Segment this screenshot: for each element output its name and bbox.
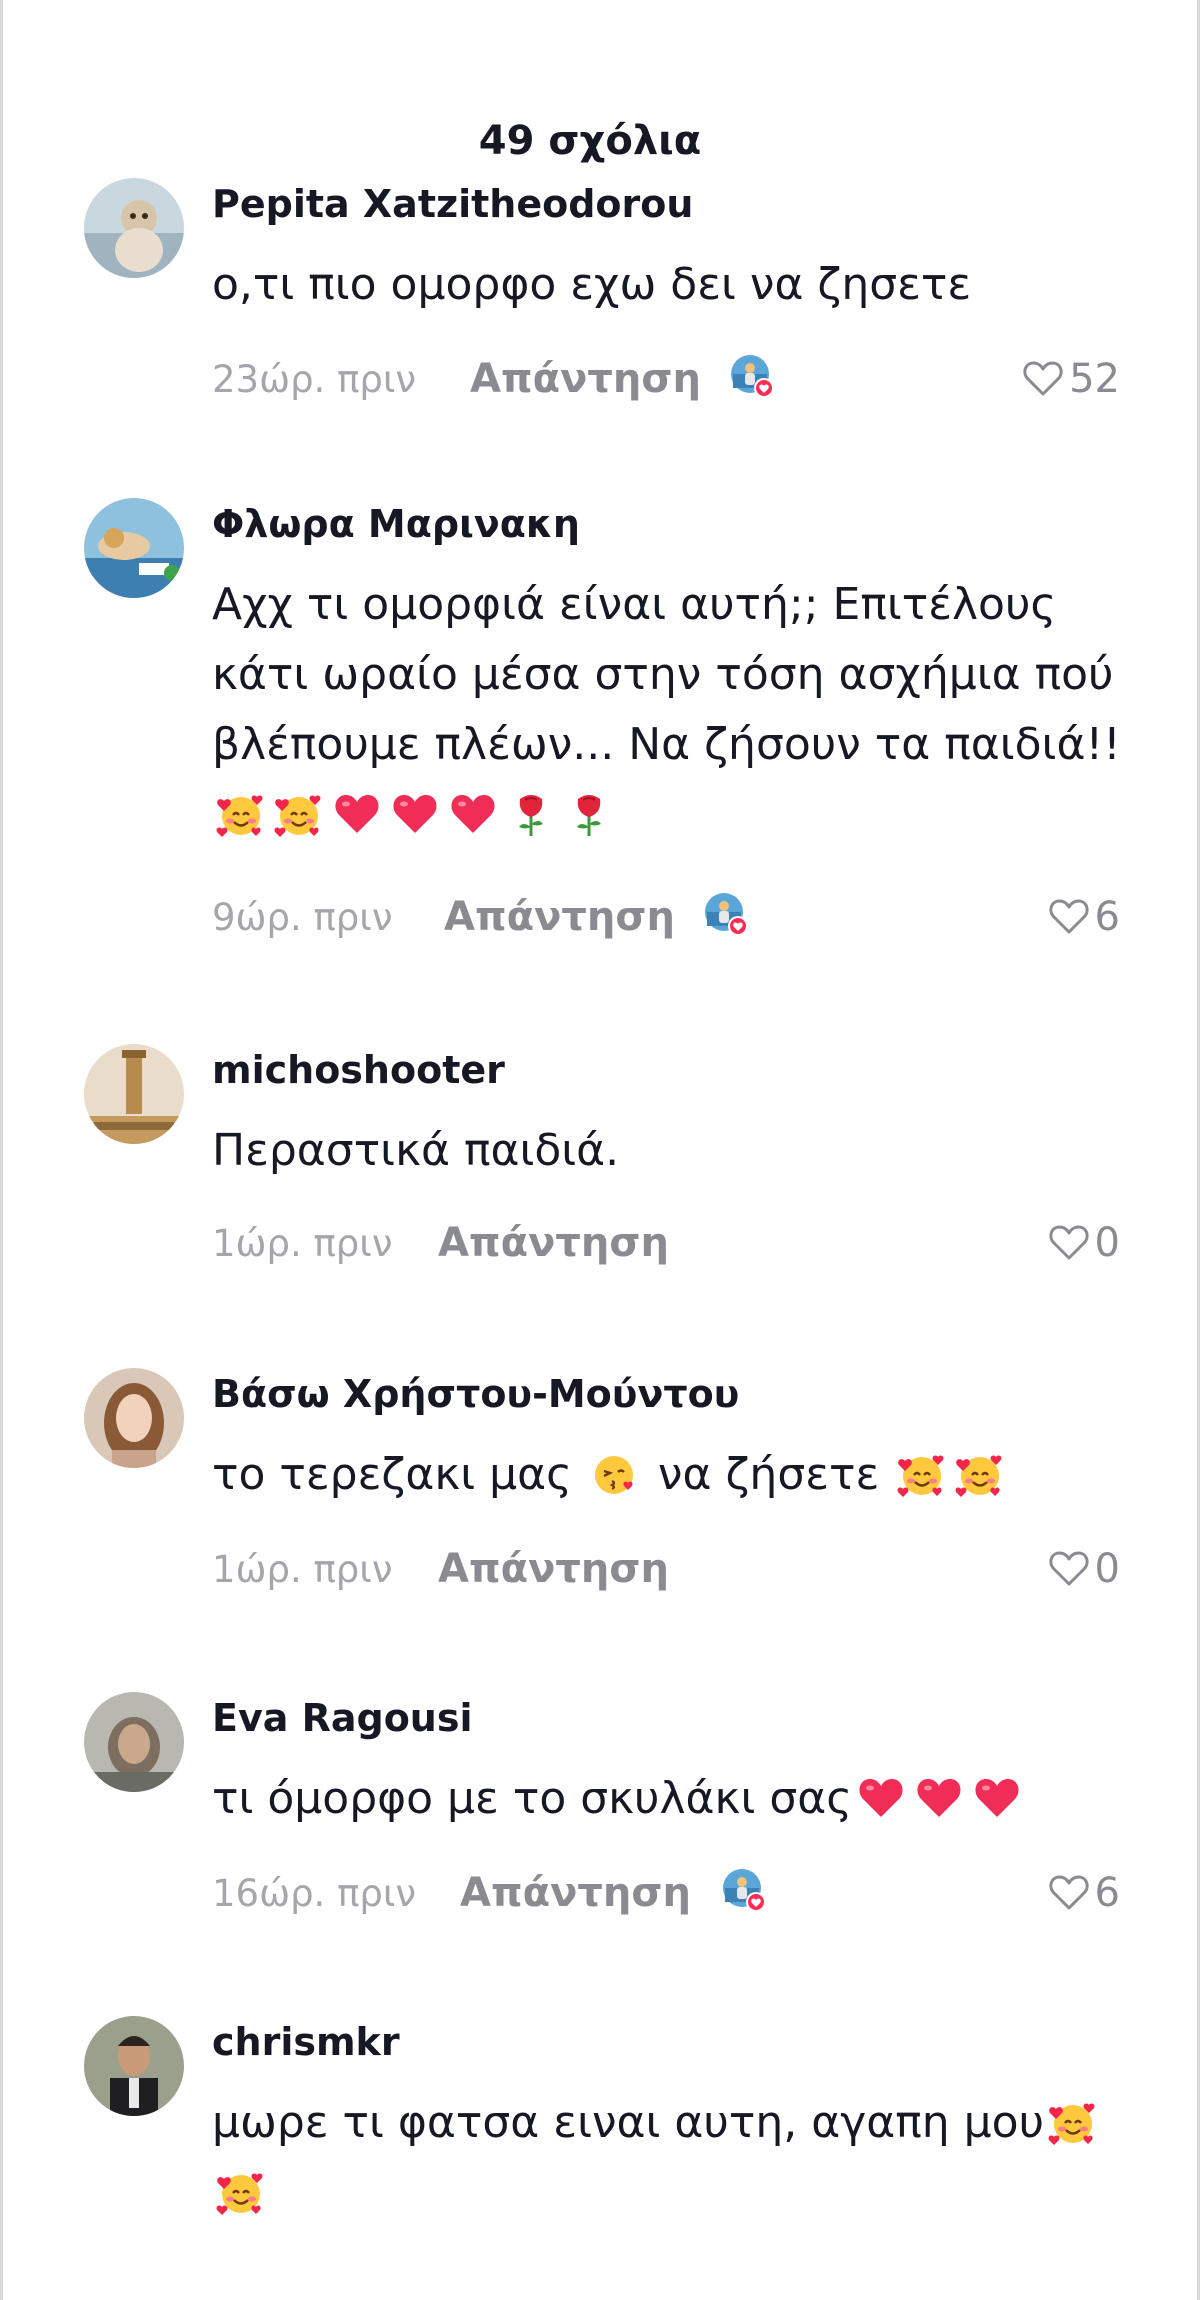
- comment-timestamp: 1ώρ. πριν: [212, 1222, 393, 1265]
- like-count: 6: [1094, 894, 1120, 940]
- comment-username[interactable]: chrismkr: [212, 2020, 400, 2064]
- avatar[interactable]: [84, 1044, 184, 1144]
- comment-username[interactable]: Eva Ragousi: [212, 1696, 473, 1740]
- comments-count-title: 49 σχόλια: [478, 118, 702, 164]
- comment-username[interactable]: Φλωρα Μαρινακη: [212, 502, 580, 546]
- comment-meta: 23ώρ. πριν Απάντηση 52: [212, 350, 1132, 410]
- comment-item: Eva Ragousi τι όμορφο με το σκυλάκι σας …: [0, 1692, 1200, 2012]
- like-button[interactable]: 6: [1047, 1870, 1120, 1916]
- smiling-face-with-hearts-icon: [955, 1449, 1005, 1499]
- like-count: 52: [1069, 356, 1120, 402]
- like-button[interactable]: 0: [1047, 1546, 1120, 1592]
- comment-text-segment: τι όμορφο με το σκυλάκι σας: [212, 1773, 853, 1824]
- like-button[interactable]: 52: [1021, 356, 1120, 402]
- comment-text-line: τι όμορφο με το σκυλάκι σας: [212, 1764, 1132, 1834]
- comment-item: michoshooter Περαστικά παιδιά. 1ώρ. πριν…: [0, 1044, 1200, 1364]
- avatar[interactable]: [84, 178, 184, 278]
- red-heart-icon: [332, 789, 382, 839]
- comment-text-line: κάτι ωραίο μέσα στην τόση ασχήμια πού: [212, 649, 1114, 700]
- comment-text-line: ο,τι πιο ομορφο εχω δει να ζησετε: [212, 259, 972, 310]
- comment-item: Βάσω Χρήστου-Μούντου το τερεζακι μας να …: [0, 1368, 1200, 1688]
- comment-item: Φλωρα Μαρινακη Αχχ τι ομορφιά είναι αυτή…: [0, 498, 1200, 1038]
- like-count: 0: [1094, 1220, 1120, 1266]
- rose-icon: [506, 789, 556, 839]
- red-heart-icon: [972, 1773, 1022, 1823]
- comment-timestamp: 1ώρ. πριν: [212, 1548, 393, 1591]
- comment-item: Pepita Xatzitheodorou ο,τι πιο ομορφο εχ…: [0, 178, 1200, 498]
- reply-button[interactable]: Απάντηση: [438, 1220, 669, 1266]
- red-heart-icon: [390, 789, 440, 839]
- comment-text-line: βλέπουμε πλέων... Να ζήσουν τα παιδιά!!: [212, 719, 1121, 770]
- like-count: 6: [1094, 1870, 1120, 1916]
- comment-meta: 1ώρ. πριν Απάντηση 0: [212, 1214, 1132, 1274]
- avatar[interactable]: [84, 2016, 184, 2116]
- red-heart-icon: [856, 1773, 906, 1823]
- smiling-face-with-hearts-icon: [274, 789, 324, 839]
- heart-outline-icon: [1047, 1221, 1091, 1265]
- like-button[interactable]: 6: [1047, 894, 1120, 940]
- comment-username[interactable]: Βάσω Χρήστου-Μούντου: [212, 1372, 739, 1416]
- comment-emoji-line: [212, 780, 1132, 850]
- rose-icon: [564, 789, 614, 839]
- smiling-face-with-hearts-icon: [216, 789, 266, 839]
- avatar[interactable]: [84, 498, 184, 598]
- comment-text: Αχχ τι ομορφιά είναι αυτή;; Επιτέλους κά…: [212, 570, 1132, 850]
- smiling-face-with-hearts-icon: [1048, 2097, 1098, 2147]
- creator-liked-badge-icon: [722, 1868, 768, 1914]
- smiling-face-with-hearts-icon: [897, 1449, 947, 1499]
- comment-meta: 1ώρ. πριν Απάντηση 0: [212, 1540, 1132, 1600]
- comment-text-segment: μωρε τι φατσα ειναι αυτη, αγαπη μου: [212, 2097, 1045, 2148]
- smiling-face-with-hearts-icon: [216, 2167, 266, 2217]
- comment-text-line: Περαστικά παιδιά.: [212, 1125, 620, 1176]
- comment-text-segment: το τερεζακι μας: [212, 1449, 586, 1500]
- reply-button[interactable]: Απάντηση: [438, 1546, 669, 1592]
- red-heart-icon: [448, 789, 498, 839]
- comment-text-line: Αχχ τι ομορφιά είναι αυτή;; Επιτέλους: [212, 579, 1057, 630]
- avatar[interactable]: [84, 1692, 184, 1792]
- comment-timestamp: 16ώρ. πριν: [212, 1872, 417, 1915]
- comment-text: μωρε τι φατσα ειναι αυτη, αγαπη μου: [212, 2088, 1132, 2228]
- face-blowing-kiss-icon: [590, 1449, 640, 1499]
- comment-text-segment: να ζήσετε: [643, 1449, 894, 1500]
- comment-meta: 9ώρ. πριν Απάντηση 6: [212, 888, 1132, 948]
- comment-item: chrismkr μωρε τι φατσα ειναι αυτη, αγαπη…: [0, 2016, 1200, 2300]
- like-count: 0: [1094, 1546, 1120, 1592]
- reply-button[interactable]: Απάντηση: [460, 1870, 691, 1916]
- comment-username[interactable]: michoshooter: [212, 1048, 505, 1092]
- heart-outline-icon: [1047, 1871, 1091, 1915]
- comment-emoji-line: [212, 2158, 1132, 2228]
- comment-timestamp: 9ώρ. πριν: [212, 896, 393, 939]
- creator-liked-badge-icon: [704, 892, 750, 938]
- comment-meta: 16ώρ. πριν Απάντηση 6: [212, 1864, 1132, 1924]
- comment-text-line: μωρε τι φατσα ειναι αυτη, αγαπη μου: [212, 2088, 1132, 2158]
- heart-outline-icon: [1047, 895, 1091, 939]
- like-button[interactable]: 0: [1047, 1220, 1120, 1266]
- comment-text: Περαστικά παιδιά.: [212, 1116, 1132, 1186]
- comment-text: ο,τι πιο ομορφο εχω δει να ζησετε: [212, 250, 1132, 320]
- reply-button[interactable]: Απάντηση: [444, 894, 675, 940]
- comment-username[interactable]: Pepita Xatzitheodorou: [212, 182, 693, 226]
- comment-text: τι όμορφο με το σκυλάκι σας: [212, 1764, 1132, 1834]
- heart-outline-icon: [1047, 1547, 1091, 1591]
- creator-liked-badge-icon: [730, 354, 776, 400]
- comment-timestamp: 23ώρ. πριν: [212, 358, 417, 401]
- heart-outline-icon: [1021, 357, 1065, 401]
- comment-text-line: το τερεζακι μας να ζήσετε: [212, 1440, 1132, 1510]
- red-heart-icon: [914, 1773, 964, 1823]
- avatar[interactable]: [84, 1368, 184, 1468]
- reply-button[interactable]: Απάντηση: [470, 356, 701, 402]
- comment-text: το τερεζακι μας να ζήσετε: [212, 1440, 1132, 1510]
